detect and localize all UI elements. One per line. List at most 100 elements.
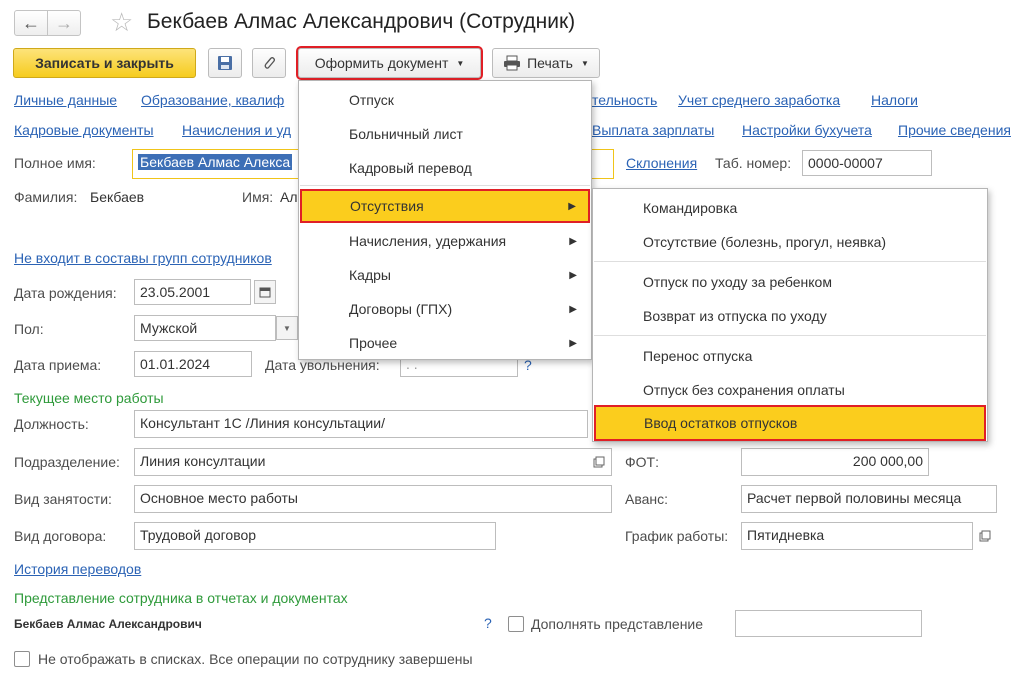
calendar-icon (259, 287, 271, 298)
submenu-item-label: Командировка (643, 200, 738, 216)
menu-item-contracts[interactable]: Договоры (ГПХ) ▶ (299, 292, 591, 326)
tab-number-label: Таб. номер: (715, 155, 792, 171)
full-name-label: Полное имя: (14, 155, 96, 171)
window-title: Бекбаев Алмас Александрович (Сотрудник) (147, 10, 576, 33)
print-button[interactable]: Печать ▼ (492, 48, 600, 78)
fot-label: ФОТ: (625, 454, 659, 470)
submenu-item-label: Ввод остатков отпусков (644, 415, 798, 431)
save-disk-icon (218, 56, 232, 70)
supplement-checkbox[interactable] (508, 616, 524, 632)
link-education[interactable]: Образование, квалиф (141, 92, 284, 108)
chevron-right-icon: ▶ (569, 337, 577, 349)
save-close-button[interactable]: Записать и закрыть (13, 48, 196, 78)
help-icon[interactable]: ? (484, 615, 492, 631)
gender-select[interactable]: Мужской (134, 315, 276, 341)
submenu-item-unpaid-leave[interactable]: Отпуск без сохранения оплаты (593, 373, 987, 407)
open-form-icon (593, 456, 605, 468)
menu-item-hr[interactable]: Кадры ▶ (299, 258, 591, 292)
link-hr-documents[interactable]: Кадровые документы (14, 122, 154, 138)
groups-link[interactable]: Не входит в составы групп сотрудников (14, 250, 272, 266)
menu-item-vacation[interactable]: Отпуск (299, 83, 591, 117)
representation-header: Представление сотрудника в отчетах и док… (14, 590, 348, 606)
link-activity[interactable]: тельность (592, 92, 657, 108)
supplement-input[interactable] (735, 610, 922, 637)
full-name-value: Бекбаев Алмас Алекса (138, 154, 293, 170)
link-personal-data[interactable]: Личные данные (14, 92, 117, 108)
chevron-right-icon: ▶ (569, 235, 577, 247)
department-label: Подразделение: (14, 454, 120, 470)
link-average-earnings[interactable]: Учет среднего заработка (678, 92, 840, 108)
submenu-item-label: Отпуск по уходу за ребенком (643, 274, 832, 290)
menu-item-transfer[interactable]: Кадровый перевод (299, 151, 591, 185)
contract-label: Вид договора: (14, 528, 107, 544)
menu-separator (594, 261, 986, 262)
back-button[interactable]: ← (14, 10, 48, 36)
name-value: Ал (280, 189, 298, 205)
chevron-down-icon: ▼ (456, 58, 465, 68)
birth-date-input[interactable]: 23.05.2001 (134, 279, 251, 305)
forward-arrow-icon: → (55, 12, 73, 33)
link-accruals[interactable]: Начисления и уд (182, 122, 291, 138)
submenu-item-vacation-balances[interactable]: Ввод остатков отпусков (594, 405, 986, 441)
submenu-item-absence[interactable]: Отсутствие (болезнь, прогул, неявка) (593, 225, 987, 259)
department-open-button[interactable] (588, 450, 610, 474)
position-input[interactable]: Консультант 1С /Линия консультации/ (134, 410, 588, 438)
menu-item-sick-leave[interactable]: Больничный лист (299, 117, 591, 151)
absences-submenu: Командировка Отсутствие (болезнь, прогул… (592, 188, 988, 442)
supplement-label: Дополнять представление (531, 616, 704, 632)
print-label: Печать (527, 55, 573, 71)
link-taxes[interactable]: Налоги (871, 92, 918, 108)
hire-date-input[interactable]: 01.01.2024 (134, 351, 252, 377)
gender-dropdown-button[interactable]: ▼ (276, 316, 298, 340)
tab-number-input[interactable]: 0000-00007 (802, 150, 932, 176)
schedule-input[interactable]: Пятидневка (741, 522, 973, 550)
fot-input[interactable]: 200 000,00 (741, 448, 929, 476)
representation-value: Бекбаев Алмас Александрович (14, 617, 202, 631)
menu-item-label: Договоры (ГПХ) (349, 301, 453, 317)
menu-item-other[interactable]: Прочее ▶ (299, 326, 591, 360)
save-button[interactable] (208, 48, 242, 78)
history-link[interactable]: История переводов (14, 561, 141, 577)
name-label: Имя: (242, 189, 274, 205)
contract-input[interactable]: Трудовой договор (134, 522, 496, 550)
advance-label: Аванс: (625, 491, 669, 507)
chevron-right-icon: ▶ (569, 303, 577, 315)
submenu-item-label: Перенос отпуска (643, 348, 753, 364)
position-label: Должность: (14, 416, 89, 432)
submenu-item-parental-leave[interactable]: Отпуск по уходу за ребенком (593, 265, 987, 299)
birth-date-label: Дата рождения: (14, 285, 117, 301)
forward-button[interactable]: → (47, 10, 81, 36)
paperclip-icon (264, 57, 276, 69)
link-accounting-settings[interactable]: Настройки бухучета (742, 122, 872, 138)
submenu-item-label: Отсутствие (болезнь, прогул, неявка) (643, 234, 887, 250)
advance-input[interactable]: Расчет первой половины месяца (741, 485, 997, 513)
menu-item-accruals[interactable]: Начисления, удержания ▶ (299, 224, 591, 258)
link-other-info[interactable]: Прочие сведения (898, 122, 1011, 138)
hide-in-lists-label: Не отображать в списках. Все операции по… (38, 651, 473, 667)
employment-input[interactable]: Основное место работы (134, 485, 612, 513)
department-input[interactable]: Линия консултации (134, 448, 612, 476)
create-document-button[interactable]: Оформить документ ▼ (296, 46, 483, 80)
submenu-item-return-from-leave[interactable]: Возврат из отпуска по уходу (593, 299, 987, 333)
chevron-right-icon: ▶ (569, 269, 577, 281)
chevron-down-icon: ▼ (283, 323, 291, 333)
menu-item-label: Кадры (349, 267, 391, 283)
menu-item-label: Прочее (349, 335, 398, 351)
menu-item-absences[interactable]: Отсутствия ▶ (300, 189, 590, 223)
attach-button[interactable] (252, 48, 286, 78)
calendar-button[interactable] (254, 280, 276, 304)
star-icon[interactable]: ☆ (110, 7, 133, 38)
menu-item-label: Отпуск (349, 92, 394, 108)
schedule-open-button[interactable] (974, 524, 996, 548)
link-salary-payment[interactable]: Выплата зарплаты (592, 122, 714, 138)
submenu-item-label: Возврат из отпуска по уходу (643, 308, 827, 324)
hide-in-lists-checkbox[interactable] (14, 651, 30, 667)
open-form-icon (979, 530, 991, 542)
create-document-menu: Отпуск Больничный лист Кадровый перевод … (298, 80, 592, 360)
submenu-item-business-trip[interactable]: Командировка (593, 191, 987, 225)
submenu-item-vacation-transfer[interactable]: Перенос отпуска (593, 339, 987, 373)
declension-link[interactable]: Склонения (626, 155, 697, 171)
create-document-label: Оформить документ (314, 55, 449, 71)
chevron-right-icon: ▶ (568, 200, 576, 212)
chevron-down-icon: ▼ (580, 58, 589, 68)
